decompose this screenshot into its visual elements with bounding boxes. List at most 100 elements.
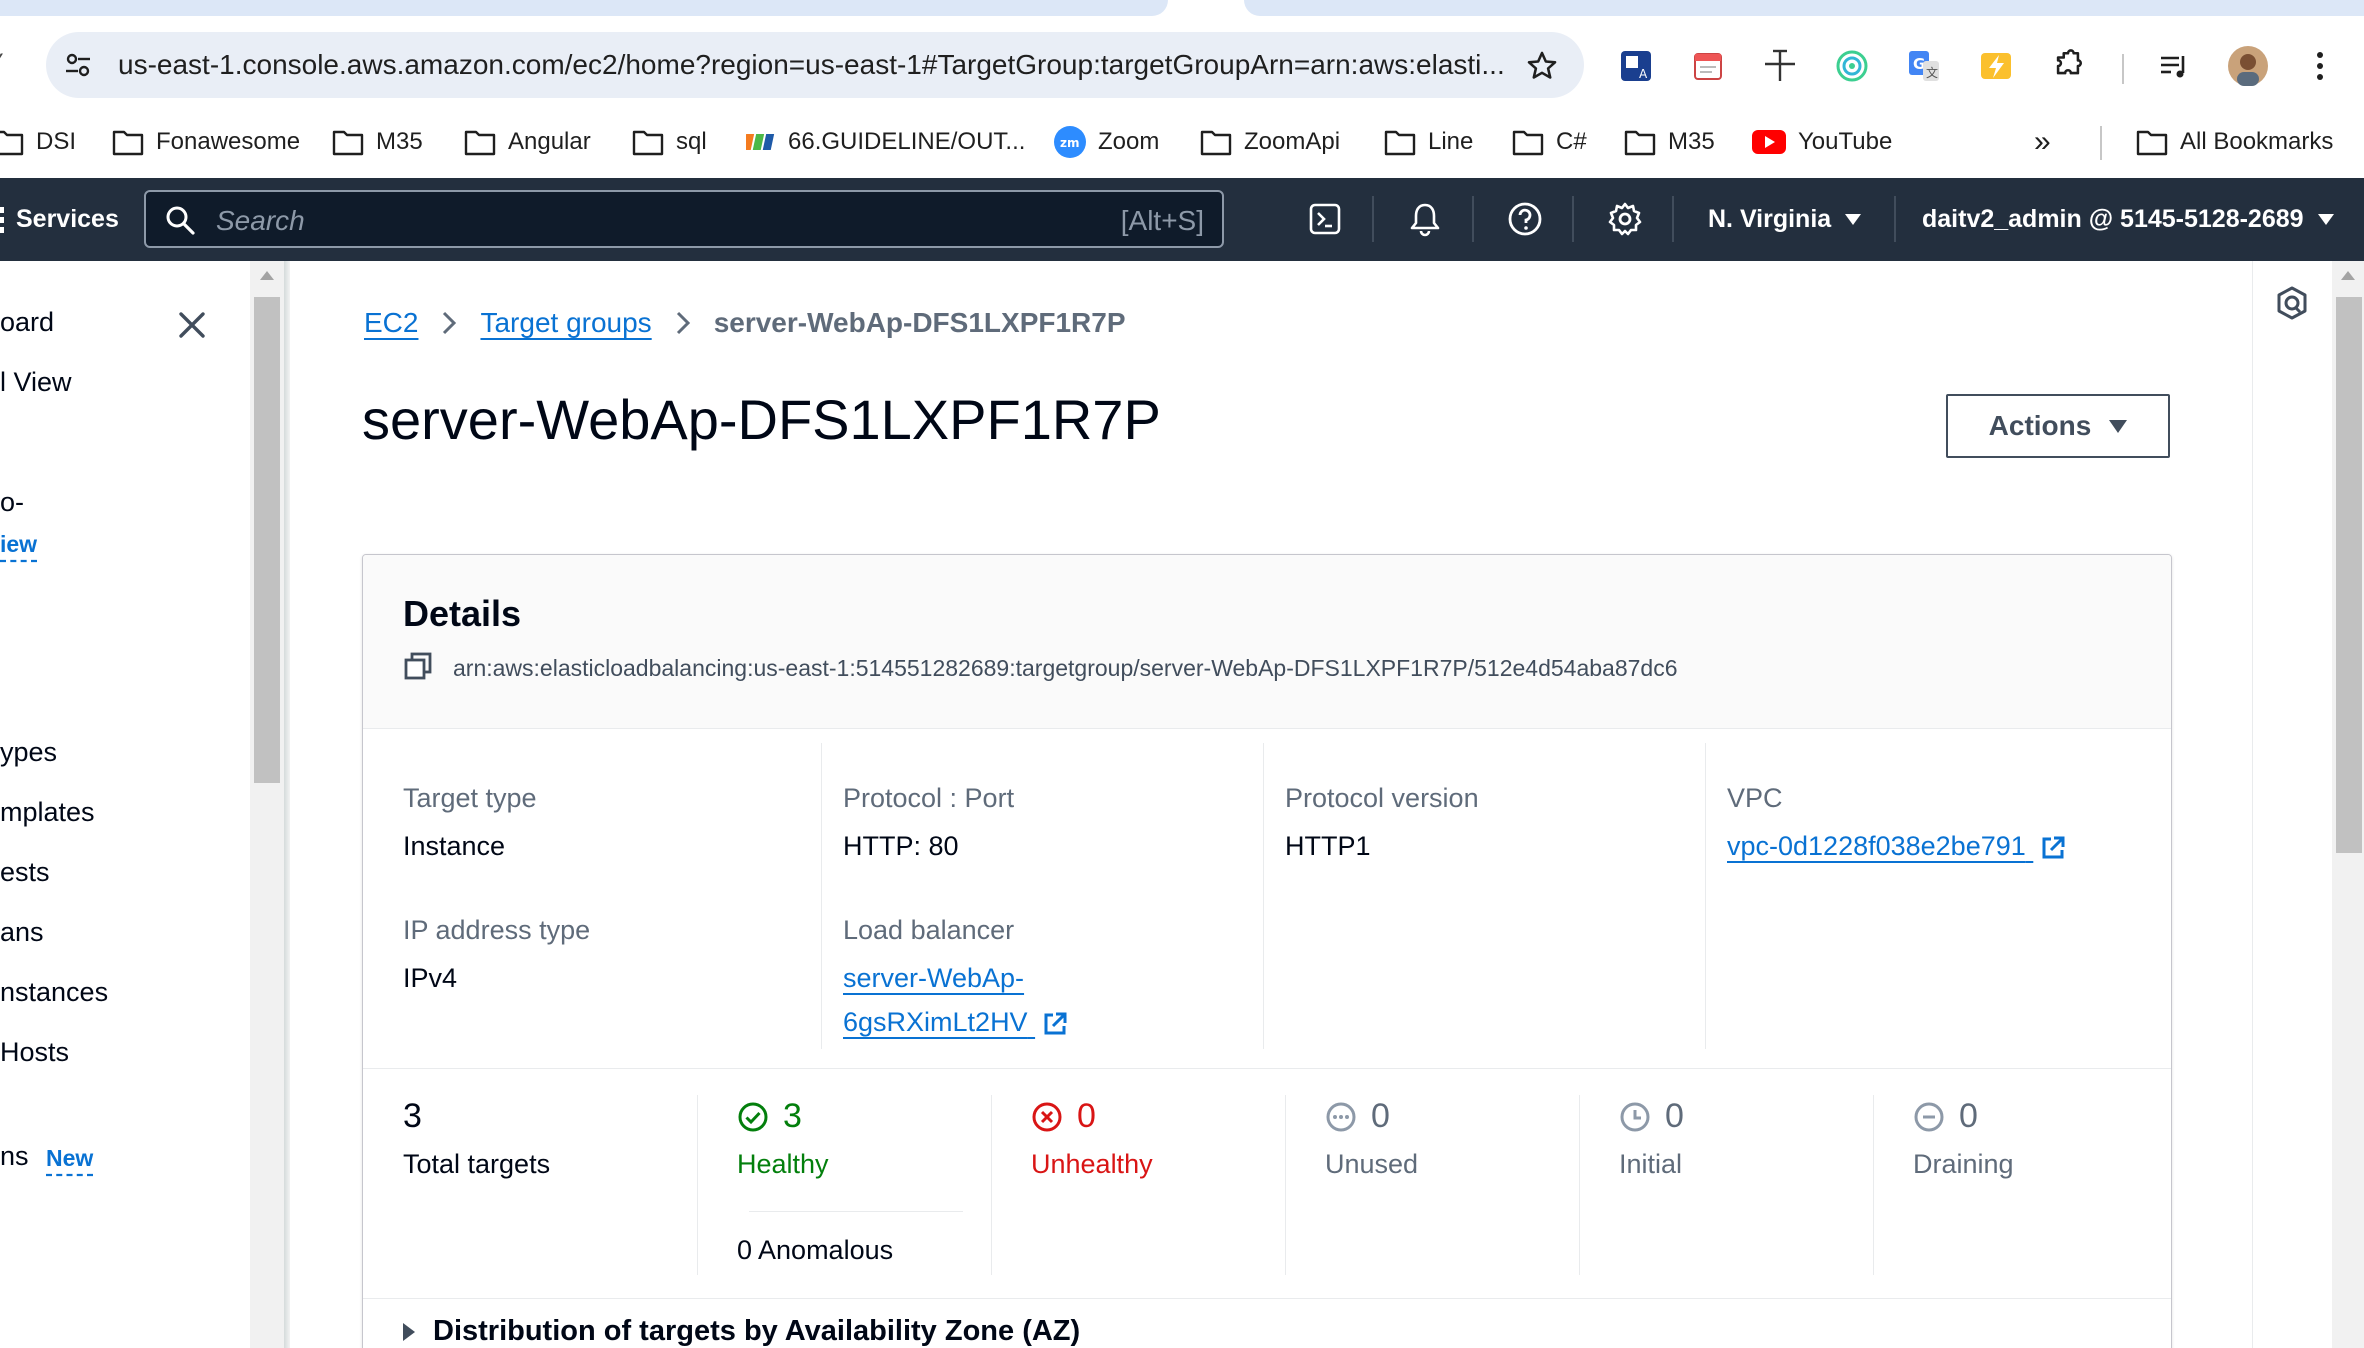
initial-label: Initial <box>1619 1149 1683 1179</box>
extensions-puzzle-icon[interactable] <box>2046 44 2090 88</box>
bookmark-item[interactable]: YouTube <box>1752 122 1892 162</box>
services-menu-button[interactable]: Services <box>0 178 119 261</box>
address-bar[interactable]: us-east-1.console.aws.amazon.com/ec2/hom… <box>46 32 1584 98</box>
browser-menu-icon[interactable] <box>2298 44 2342 88</box>
load-balancer-link-line2[interactable]: 6gsRXimLt2HV <box>843 1007 1069 1038</box>
bookmark-label: Zoom <box>1098 128 1160 155</box>
ip-type-label: IP address type <box>403 915 591 945</box>
error-circle-icon <box>1032 1102 1062 1131</box>
bookmark-star-icon[interactable] <box>1520 44 1564 88</box>
close-icon[interactable] <box>172 305 212 345</box>
column-divider <box>821 743 822 1049</box>
browser-tab[interactable] <box>0 0 1168 16</box>
url-text[interactable]: us-east-1.console.aws.amazon.com/ec2/hom… <box>118 49 1505 81</box>
breadcrumb-target-groups-link[interactable]: Target groups <box>480 307 651 339</box>
bookmark-item[interactable]: Fonawesome <box>112 122 300 162</box>
site-info-icon[interactable] <box>60 47 96 83</box>
browser-tab[interactable] <box>1244 0 2364 16</box>
page-title: server-WebAp-DFS1LXPF1R7P <box>362 388 1161 451</box>
notifications-bell-icon[interactable] <box>1402 196 1448 242</box>
folder-icon <box>632 130 664 156</box>
bookmark-item[interactable]: M35 <box>332 122 423 162</box>
bookmarks-divider <box>2100 126 2102 160</box>
extension-target-icon[interactable] <box>1830 44 1874 88</box>
zoom-logo-icon: zm <box>1054 126 1086 158</box>
media-controls-icon[interactable] <box>2152 44 2196 88</box>
sidenav-item-savings-plans[interactable]: ans <box>0 917 44 948</box>
new-badge[interactable]: New <box>46 1145 93 1172</box>
sidenav-item-reserved-instances[interactable]: nstances <box>0 977 108 1008</box>
bookmark-item[interactable]: DSI <box>0 122 76 162</box>
bookmarks-bar: » All Bookmarks DSI Fonawesome M35 Angular s… <box>0 110 2364 178</box>
target-health-summary: 3 Total targets 3 Healthy 0 Anomalous 0 <box>363 1069 2171 1299</box>
all-bookmarks-button[interactable]: All Bookmarks <box>2136 122 2333 162</box>
initial-count: 0 <box>1619 1097 1684 1136</box>
more-bookmarks-button[interactable]: » <box>2034 122 2051 162</box>
extension-calendar-icon[interactable] <box>1686 44 1730 88</box>
bookmark-item[interactable]: Angular <box>464 122 591 162</box>
scroll-up-arrow-icon[interactable] <box>260 271 274 280</box>
search-icon <box>164 204 196 241</box>
az-distribution-label: Distribution of targets by Availability … <box>433 1315 1081 1347</box>
cloudshell-icon[interactable] <box>1302 196 1348 242</box>
bookmark-item[interactable]: M35 <box>1624 122 1715 162</box>
profile-avatar[interactable] <box>2226 44 2270 88</box>
bookmark-item[interactable]: ZoomApi <box>1200 122 1340 162</box>
sidenav-item-view-link[interactable]: iew <box>0 531 37 558</box>
unhealthy-count: 0 <box>1031 1097 1096 1136</box>
side-navigation: oard l View o- iew ypes mplates ests ans… <box>0 261 250 1348</box>
bookmark-item[interactable]: Line <box>1384 122 1473 162</box>
sidenav-item-dashboard[interactable]: oard <box>0 307 54 338</box>
draining-stat: 0 Draining <box>1873 1069 2167 1299</box>
sidenav-item-capacity-reservations[interactable]: ns <box>0 1141 29 1172</box>
vpc-link[interactable]: vpc-0d1228f038e2be791 <box>1727 831 2067 862</box>
bookmark-label: M35 <box>376 128 423 155</box>
sidenav-item-dedicated-hosts[interactable]: Hosts <box>0 1037 69 1068</box>
bookmark-item[interactable]: zm Zoom <box>1054 122 1159 162</box>
external-link-icon <box>2042 836 2065 859</box>
scrollbar-thumb[interactable] <box>2336 297 2362 853</box>
target-group-arn: arn:aws:elasticloadbalancing:us-east-1:5… <box>453 655 1678 681</box>
details-heading: Details <box>403 593 522 634</box>
search-input[interactable]: Search [Alt+S] <box>144 190 1224 248</box>
bookmark-label: 66.GUIDELINE/OUT... <box>788 128 1026 155</box>
actions-button[interactable]: Actions <box>1946 394 2170 458</box>
protocol-port-field: Protocol : Port HTTP: 80 Load balancer s… <box>843 743 1243 1053</box>
bookmark-label: Angular <box>508 128 591 155</box>
extension-move-icon[interactable] <box>1758 44 1802 88</box>
browser-toolbar: ⁄ us-east-1.console.aws.amazon.com/ec2/h… <box>0 18 2364 110</box>
page-scrollbar[interactable] <box>2332 261 2364 1348</box>
extension-google-translate-icon[interactable]: G文 <box>1902 44 1946 88</box>
bookmark-item[interactable]: sql <box>632 122 707 162</box>
amazon-q-icon[interactable] <box>2275 285 2309 326</box>
help-icon[interactable] <box>1502 196 1548 242</box>
extension-translate-icon[interactable]: A <box>1614 44 1658 88</box>
account-menu[interactable]: daitv2_admin @ 5145-5128-2689 <box>1922 178 2334 261</box>
scrollbar-thumb[interactable] <box>254 297 280 783</box>
sidenav-scrollbar[interactable] <box>250 261 284 1348</box>
services-label: Services <box>16 205 119 233</box>
svg-text:zm: zm <box>1060 136 1080 150</box>
bookmark-item[interactable]: C# <box>1512 122 1587 162</box>
all-bookmarks-label: All Bookmarks <box>2180 128 2334 155</box>
folder-icon <box>1512 130 1544 156</box>
settings-gear-icon[interactable] <box>1602 196 1648 242</box>
search-shortcut: [Alt+S] <box>1120 205 1204 236</box>
az-distribution-toggle[interactable]: Distribution of targets by Availability … <box>403 1315 1080 1348</box>
external-link-icon <box>1044 1012 1067 1035</box>
healthy-label: Healthy <box>737 1149 829 1179</box>
bookmark-label: M35 <box>1668 128 1715 155</box>
scroll-up-arrow-icon[interactable] <box>2341 271 2355 280</box>
region-selector[interactable]: N. Virginia <box>1708 178 1862 261</box>
copy-icon[interactable] <box>403 651 433 686</box>
bookmark-item[interactable]: 66.GUIDELINE/OUT... <box>746 122 1025 162</box>
extension-bolt-icon[interactable] <box>1974 44 2018 88</box>
breadcrumb-ec2-link[interactable]: EC2 <box>364 307 418 339</box>
bookmark-label: DSI <box>36 128 77 155</box>
sidenav-item-global-view[interactable]: l View <box>0 367 72 398</box>
load-balancer-link-line1[interactable]: server-WebAp- <box>843 963 1024 994</box>
bookmark-label: Fonawesome <box>156 128 301 155</box>
sidenav-item-spot-requests[interactable]: ests <box>0 857 50 888</box>
sidenav-item-launch-templates[interactable]: mplates <box>0 797 95 828</box>
sidenav-item-instance-types[interactable]: ypes <box>0 737 57 768</box>
